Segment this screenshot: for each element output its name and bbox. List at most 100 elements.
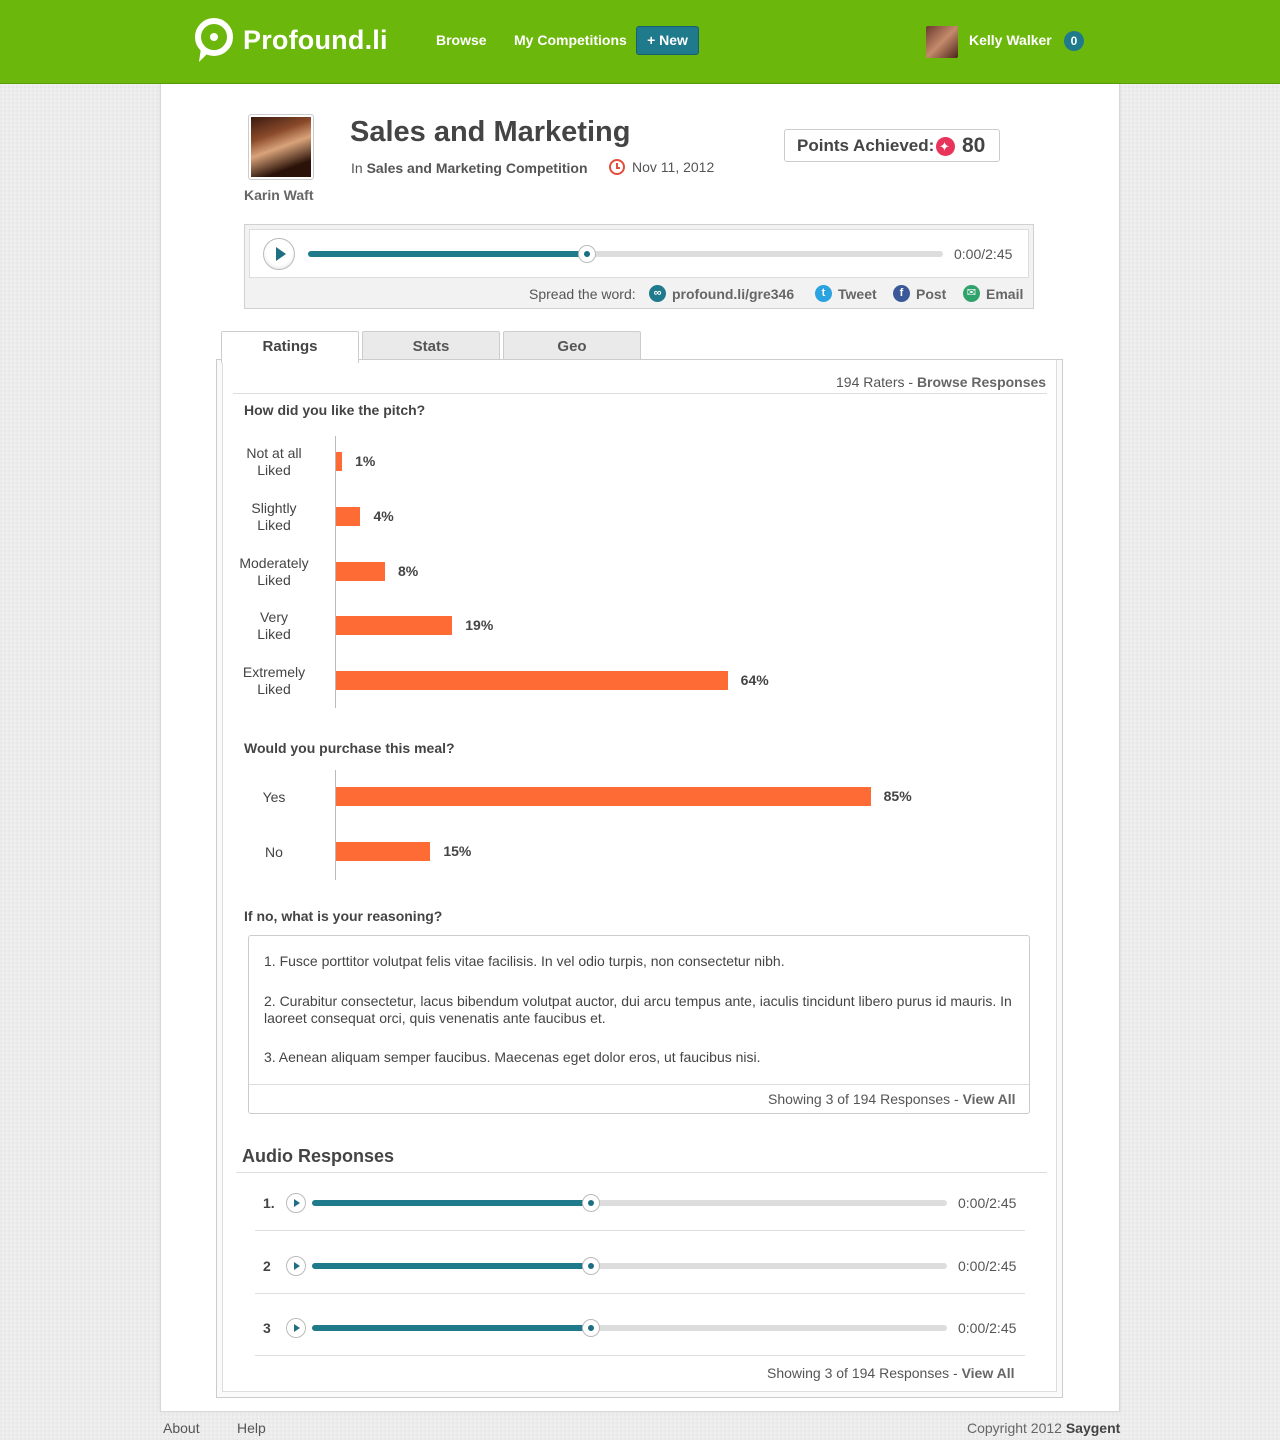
bar bbox=[336, 506, 361, 526]
bar bbox=[336, 842, 431, 861]
competition-link[interactable]: Sales and Marketing Competition bbox=[367, 160, 588, 176]
divider bbox=[255, 1230, 1025, 1231]
post-button[interactable]: f Post bbox=[893, 285, 946, 302]
tweet-label: Tweet bbox=[838, 285, 877, 302]
points-icon bbox=[936, 137, 955, 156]
play-icon[interactable] bbox=[286, 1318, 306, 1338]
points-value: 80 bbox=[962, 134, 986, 157]
text-responses-box: 1. Fusce porttitor volutpat felis vitae … bbox=[248, 935, 1030, 1114]
raters-count: 194 Raters bbox=[836, 374, 905, 390]
tweet-button[interactable]: t Tweet bbox=[815, 285, 877, 302]
facebook-icon: f bbox=[893, 285, 910, 302]
bar-label: Not at all Liked bbox=[246, 445, 302, 478]
responses-count: Showing 3 of 194 Responses - View All bbox=[768, 1091, 1016, 1107]
audio-responses-count: Showing 3 of 194 Responses - View All bbox=[767, 1365, 1015, 1381]
progress-track[interactable] bbox=[312, 1319, 947, 1337]
divider bbox=[255, 1355, 1025, 1356]
author-avatar[interactable] bbox=[248, 114, 314, 180]
share-link[interactable]: ∞ profound.li/gre346 bbox=[649, 285, 794, 302]
bar-label: Yes bbox=[262, 788, 286, 805]
bar-label: Extremely Liked bbox=[242, 664, 306, 697]
audio-response-number: 1. bbox=[263, 1195, 275, 1211]
audio-view-all-link[interactable]: View All bbox=[962, 1365, 1015, 1381]
play-icon[interactable] bbox=[286, 1256, 306, 1276]
play-icon[interactable] bbox=[286, 1193, 306, 1213]
logo-text: Profound.li bbox=[243, 24, 388, 55]
new-button[interactable]: + New bbox=[636, 26, 699, 55]
progress-fill bbox=[312, 1325, 592, 1331]
divider bbox=[249, 1084, 1029, 1085]
text-response: 1. Fusce porttitor volutpat felis vitae … bbox=[264, 953, 785, 969]
audio-response-time: 0:00/2:45 bbox=[958, 1258, 1017, 1274]
tab-stats[interactable]: Stats bbox=[362, 331, 500, 361]
progress-track[interactable] bbox=[312, 1194, 947, 1212]
in-prefix: In bbox=[351, 160, 363, 176]
progress-fill bbox=[312, 1263, 592, 1269]
progress-track[interactable] bbox=[312, 1257, 947, 1275]
points-label: Points Achieved: bbox=[797, 136, 935, 155]
player-controls: 0:00/2:45 bbox=[249, 229, 1029, 278]
email-button[interactable]: ✉ Email bbox=[963, 285, 1023, 302]
copyright: Copyright 2012 Saygent bbox=[967, 1420, 1121, 1436]
audio-response-time: 0:00/2:45 bbox=[958, 1320, 1017, 1336]
twitter-icon: t bbox=[815, 285, 832, 302]
points-achieved: Points Achieved: 80 bbox=[784, 129, 1000, 162]
bar bbox=[336, 561, 385, 581]
divider bbox=[236, 1172, 1047, 1173]
player-time: 0:00/2:45 bbox=[954, 246, 1013, 262]
nav-browse[interactable]: Browse bbox=[436, 32, 487, 48]
divider bbox=[255, 1293, 1025, 1294]
audio-response-time: 0:00/2:45 bbox=[958, 1195, 1017, 1211]
tab-ratings[interactable]: Ratings bbox=[221, 331, 359, 363]
divider bbox=[233, 393, 1047, 394]
play-icon[interactable] bbox=[263, 238, 295, 270]
text-response: 3. Aenean aliquam semper faucibus. Maece… bbox=[264, 1049, 761, 1065]
nav-my-competitions[interactable]: My Competitions bbox=[514, 32, 627, 48]
footer-help-link[interactable]: Help bbox=[237, 1420, 266, 1436]
audio-response-number: 2 bbox=[263, 1258, 271, 1274]
bar bbox=[336, 671, 728, 690]
notification-badge[interactable]: 0 bbox=[1064, 31, 1084, 51]
email-label: Email bbox=[986, 285, 1024, 302]
chart-2-title: Would you purchase this meal? bbox=[244, 740, 455, 756]
audio-response-number: 3 bbox=[263, 1320, 271, 1336]
clock-icon bbox=[609, 159, 625, 175]
tab-geo[interactable]: Geo bbox=[503, 331, 641, 361]
bar-value-label: 4% bbox=[373, 507, 394, 524]
bar bbox=[336, 616, 453, 636]
bar bbox=[336, 452, 343, 471]
progress-track[interactable] bbox=[308, 245, 943, 263]
progress-fill bbox=[308, 251, 588, 257]
bar-value-label: 64% bbox=[740, 672, 769, 688]
bar-label: Slightly Liked bbox=[251, 499, 297, 533]
competition-line: In Sales and Marketing Competition bbox=[351, 160, 588, 176]
text-response: 2. Curabitur consectetur, lacus bibendum… bbox=[264, 993, 1012, 1026]
footer-about-link[interactable]: About bbox=[163, 1420, 200, 1436]
bar-value-label: 8% bbox=[397, 562, 419, 579]
bar-value-label: 15% bbox=[443, 843, 472, 859]
reasoning-question: If no, what is your reasoning? bbox=[244, 908, 443, 924]
view-all-link[interactable]: View All bbox=[963, 1091, 1016, 1107]
spread-label: Spread the word: bbox=[529, 286, 636, 302]
bar-label: Very Liked bbox=[257, 609, 291, 643]
user-name[interactable]: Kelly Walker bbox=[969, 32, 1052, 48]
company-link[interactable]: Saygent bbox=[1066, 1420, 1120, 1436]
top-navigation-bar: Profound.li Browse My Competitions + New… bbox=[0, 0, 1280, 84]
user-avatar[interactable] bbox=[926, 26, 958, 58]
author-name[interactable]: Karin Waft bbox=[244, 187, 313, 203]
bar-value-label: 85% bbox=[883, 788, 912, 804]
share-link-text: profound.li/gre346 bbox=[672, 285, 795, 302]
logo[interactable]: Profound.li bbox=[193, 18, 388, 62]
progress-handle[interactable] bbox=[578, 245, 597, 263]
link-icon: ∞ bbox=[649, 285, 666, 302]
progress-fill bbox=[312, 1200, 592, 1206]
browse-responses-link[interactable]: Browse Responses bbox=[917, 374, 1046, 390]
post-label: Post bbox=[916, 285, 947, 302]
chart-1-title: How did you like the pitch? bbox=[244, 402, 426, 418]
pitch-title: Sales and Marketing bbox=[350, 116, 631, 148]
logo-icon bbox=[193, 18, 235, 62]
audio-responses-title: Audio Responses bbox=[242, 1146, 395, 1166]
bar-label: Moderately Liked bbox=[239, 554, 309, 588]
bar-label: No bbox=[265, 843, 283, 860]
pitch-date: Nov 11, 2012 bbox=[632, 159, 715, 175]
